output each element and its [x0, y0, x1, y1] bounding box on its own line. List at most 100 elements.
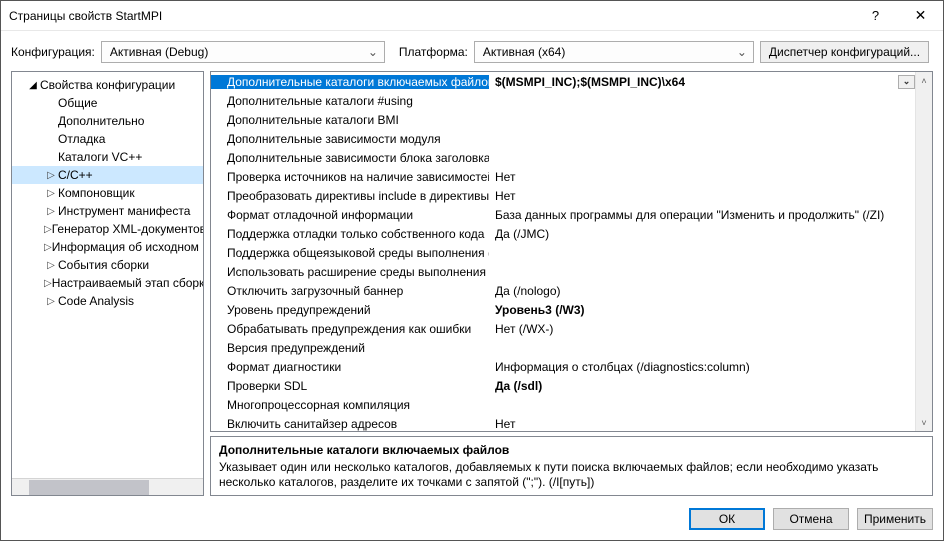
property-name: Дополнительные зависимости блока заголов…: [211, 151, 489, 165]
description-body: Указывает один или несколько каталогов, …: [219, 460, 924, 490]
property-row[interactable]: Формат диагностикиИнформация о столбцах …: [211, 357, 915, 376]
property-value[interactable]: Да (/nologo): [489, 284, 915, 298]
tree-item-linker[interactable]: ▷Компоновщик: [12, 184, 203, 202]
property-name: Проверка источников на наличие зависимос…: [211, 170, 489, 184]
chevron-down-icon: ⌄: [735, 45, 749, 59]
property-value[interactable]: Нет: [489, 170, 915, 184]
property-row[interactable]: Дополнительные каталоги BMI: [211, 110, 915, 129]
property-row[interactable]: Отключить загрузочный баннерДа (/nologo): [211, 281, 915, 300]
ok-button[interactable]: ОК: [689, 508, 765, 530]
tree-item-vc-dirs[interactable]: Каталоги VC++: [12, 148, 203, 166]
property-value[interactable]: $(MSMPI_INC);$(MSMPI_INC)\x64⌄: [489, 75, 915, 89]
property-row[interactable]: Уровень предупрежденийУровень3 (/W3): [211, 300, 915, 319]
tree-item-manifest[interactable]: ▷Инструмент манифеста: [12, 202, 203, 220]
property-value[interactable]: Да (/sdl): [489, 379, 915, 393]
property-row[interactable]: Формат отладочной информацииБаза данных …: [211, 205, 915, 224]
window-title: Страницы свойств StartMPI: [9, 9, 853, 23]
scroll-up-icon[interactable]: ˄: [916, 72, 932, 89]
property-name: Включить санитайзер адресов: [211, 417, 489, 431]
property-grid: Дополнительные каталоги включаемых файло…: [210, 71, 933, 432]
property-name: Поддержка общеязыковой среды выполнения …: [211, 246, 489, 260]
tree-item-build-events[interactable]: ▷События сборки: [12, 256, 203, 274]
property-row[interactable]: Дополнительные каталоги #using: [211, 91, 915, 110]
expand-icon: ▷: [44, 296, 58, 307]
close-button[interactable]: ✕: [898, 1, 943, 31]
property-value[interactable]: Нет: [489, 417, 915, 431]
configuration-value: Активная (Debug): [110, 45, 366, 59]
property-name: Обрабатывать предупреждения как ошибки: [211, 322, 489, 336]
property-row[interactable]: Многопроцессорная компиляция: [211, 395, 915, 414]
description-panel: Дополнительные каталоги включаемых файло…: [210, 436, 933, 496]
property-row[interactable]: Версия предупреждений: [211, 338, 915, 357]
dialog-buttons: ОК Отмена Применить: [1, 502, 943, 540]
property-row[interactable]: Дополнительные зависимости блока заголов…: [211, 148, 915, 167]
tree-item-c-cpp[interactable]: ▷C/C++: [12, 166, 203, 184]
property-value[interactable]: Да (/JMC): [489, 227, 915, 241]
tree-item-custom-build[interactable]: ▷Настраиваемый этап сборки: [12, 274, 203, 292]
property-name: Уровень предупреждений: [211, 303, 489, 317]
property-grid-inner: Дополнительные каталоги включаемых файло…: [211, 72, 915, 431]
platform-value: Активная (x64): [483, 45, 735, 59]
grid-vscrollbar[interactable]: ˄ ˅: [915, 72, 932, 431]
tree-item-code-analysis[interactable]: ▷Code Analysis: [12, 292, 203, 310]
apply-button[interactable]: Применить: [857, 508, 933, 530]
property-row[interactable]: Обрабатывать предупреждения как ошибкиНе…: [211, 319, 915, 338]
property-value[interactable]: Нет (/WX-): [489, 322, 915, 336]
property-row[interactable]: Включить санитайзер адресовНет: [211, 414, 915, 431]
property-row[interactable]: Дополнительные зависимости модуля: [211, 129, 915, 148]
titlebar: Страницы свойств StartMPI ? ✕: [1, 1, 943, 31]
expand-icon: ▷: [44, 188, 58, 199]
description-title: Дополнительные каталоги включаемых файло…: [219, 443, 924, 458]
property-value[interactable]: Информация о столбцах (/diagnostics:colu…: [489, 360, 915, 374]
property-name: Версия предупреждений: [211, 341, 489, 355]
property-value[interactable]: Нет: [489, 189, 915, 203]
tree-item-general[interactable]: Общие: [12, 94, 203, 112]
nav-tree-inner: ◢ Свойства конфигурации Общие Дополнител…: [12, 72, 203, 478]
property-row[interactable]: Преобразовать директивы include в директ…: [211, 186, 915, 205]
property-name: Формат отладочной информации: [211, 208, 489, 222]
tree-item-browse-info[interactable]: ▷Информация об исходном коде: [12, 238, 203, 256]
chevron-down-icon: ⌄: [366, 45, 380, 59]
expand-icon: ▷: [44, 260, 58, 271]
main-area: ◢ Свойства конфигурации Общие Дополнител…: [1, 71, 943, 502]
property-row[interactable]: Проверки SDLДа (/sdl): [211, 376, 915, 395]
property-name: Дополнительные каталоги BMI: [211, 113, 489, 127]
property-value[interactable]: Уровень3 (/W3): [489, 303, 915, 317]
config-manager-button[interactable]: Диспетчер конфигураций...: [760, 41, 929, 63]
tree-item-xml-gen[interactable]: ▷Генератор XML-документов: [12, 220, 203, 238]
configuration-combo[interactable]: Активная (Debug) ⌄: [101, 41, 385, 63]
property-row[interactable]: Поддержка общеязыковой среды выполнения …: [211, 243, 915, 262]
property-name: Дополнительные каталоги включаемых файло…: [211, 75, 489, 89]
property-name: Преобразовать директивы include в директ…: [211, 189, 489, 203]
expand-icon: ▷: [44, 206, 58, 217]
tree-root-label: Свойства конфигурации: [40, 78, 175, 92]
tree-root[interactable]: ◢ Свойства конфигурации: [12, 76, 203, 94]
config-toolbar: Конфигурация: Активная (Debug) ⌄ Платфор…: [1, 31, 943, 71]
property-name: Многопроцессорная компиляция: [211, 398, 489, 412]
tree-item-advanced[interactable]: Дополнительно: [12, 112, 203, 130]
property-name: Формат диагностики: [211, 360, 489, 374]
right-pane: Дополнительные каталоги включаемых файло…: [210, 71, 933, 496]
cancel-button[interactable]: Отмена: [773, 508, 849, 530]
tree-item-debugging[interactable]: Отладка: [12, 130, 203, 148]
property-row[interactable]: Проверка источников на наличие зависимос…: [211, 167, 915, 186]
property-row[interactable]: Использовать расширение среды выполнения…: [211, 262, 915, 281]
platform-combo[interactable]: Активная (x64) ⌄: [474, 41, 754, 63]
scroll-thumb[interactable]: [29, 480, 149, 495]
property-name: Отключить загрузочный баннер: [211, 284, 489, 298]
expand-icon: ▷: [44, 224, 52, 235]
property-name: Дополнительные зависимости модуля: [211, 132, 489, 146]
expand-icon: ▷: [44, 242, 52, 253]
expand-icon: ▷: [44, 170, 58, 181]
dropdown-button[interactable]: ⌄: [898, 75, 915, 89]
property-value[interactable]: База данных программы для операции "Изме…: [489, 208, 915, 222]
tree-hscrollbar[interactable]: [12, 478, 203, 495]
property-row[interactable]: Дополнительные каталоги включаемых файло…: [211, 72, 915, 91]
property-row[interactable]: Поддержка отладки только собственного ко…: [211, 224, 915, 243]
help-button[interactable]: ?: [853, 1, 898, 31]
window-controls: ? ✕: [853, 1, 943, 31]
expand-icon: ◢: [26, 80, 40, 91]
scroll-down-icon[interactable]: ˅: [916, 414, 932, 431]
property-name: Проверки SDL: [211, 379, 489, 393]
property-pages-dialog: Страницы свойств StartMPI ? ✕ Конфигурац…: [0, 0, 944, 541]
